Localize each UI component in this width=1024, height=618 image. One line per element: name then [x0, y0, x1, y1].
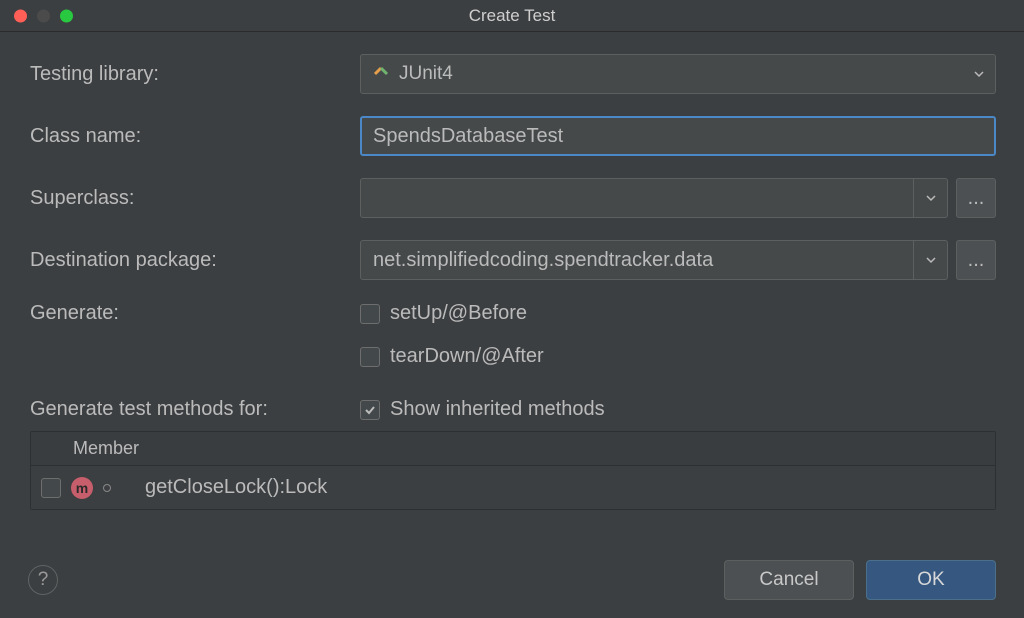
testing-library-value: JUnit4 [399, 63, 453, 85]
superclass-browse-button[interactable]: ... [956, 178, 996, 218]
teardown-checkbox-label: tearDown/@After [390, 345, 544, 368]
destination-package-label: Destination package: [30, 249, 360, 272]
class-name-input[interactable] [373, 125, 983, 148]
row-testing-library: Testing library: JUnit4 [30, 54, 996, 94]
cancel-button[interactable]: Cancel [724, 560, 854, 600]
setup-checkbox-label: setUp/@Before [390, 302, 527, 325]
member-table-header: Member [31, 432, 995, 466]
row-generate-test-methods: Generate test methods for: Show inherite… [30, 398, 996, 421]
help-button[interactable]: ? [28, 565, 58, 595]
member-row-checkbox[interactable] [41, 478, 61, 498]
superclass-dropdown[interactable] [360, 178, 948, 218]
row-superclass: Superclass: ... [30, 178, 996, 218]
generate-label: Generate: [30, 302, 360, 325]
member-name: getCloseLock():Lock [145, 476, 327, 499]
row-generate: Generate: setUp/@Before tearDown/@After [30, 302, 996, 378]
titlebar: Create Test [0, 0, 1024, 32]
teardown-checkbox-row[interactable]: tearDown/@After [360, 345, 996, 368]
class-name-field[interactable] [360, 116, 996, 156]
dialog-footer: ? Cancel OK [28, 560, 996, 600]
method-icon: m [71, 477, 93, 499]
chevron-down-icon [973, 68, 985, 80]
testing-library-dropdown[interactable]: JUnit4 [360, 54, 996, 94]
member-table: Member m getCloseLock():Lock [30, 431, 996, 510]
destination-package-chevron-button[interactable] [913, 241, 947, 279]
destination-package-value: net.simplifiedcoding.spendtracker.data [361, 249, 913, 272]
row-destination-package: Destination package: net.simplifiedcodin… [30, 240, 996, 280]
superclass-chevron-button[interactable] [913, 179, 947, 217]
minimize-window-button [37, 9, 50, 22]
class-name-label: Class name: [30, 125, 360, 148]
row-class-name: Class name: [30, 116, 996, 156]
visibility-icon [103, 484, 111, 492]
table-row[interactable]: m getCloseLock():Lock [31, 466, 995, 509]
close-window-button[interactable] [14, 9, 27, 22]
show-inherited-checkbox[interactable] [360, 400, 380, 420]
superclass-label: Superclass: [30, 187, 360, 210]
show-inherited-checkbox-row[interactable]: Show inherited methods [360, 398, 605, 421]
teardown-checkbox[interactable] [360, 347, 380, 367]
destination-package-browse-button[interactable]: ... [956, 240, 996, 280]
ok-button[interactable]: OK [866, 560, 996, 600]
testing-library-label: Testing library: [30, 63, 360, 86]
dialog-content: Testing library: JUnit4 Class name: [0, 32, 1024, 530]
junit-icon [373, 66, 389, 82]
window-title: Create Test [469, 6, 556, 26]
traffic-lights [14, 9, 73, 22]
destination-package-dropdown[interactable]: net.simplifiedcoding.spendtracker.data [360, 240, 948, 280]
setup-checkbox-row[interactable]: setUp/@Before [360, 302, 996, 325]
show-inherited-checkbox-label: Show inherited methods [390, 398, 605, 421]
setup-checkbox[interactable] [360, 304, 380, 324]
zoom-window-button[interactable] [60, 9, 73, 22]
generate-test-methods-label: Generate test methods for: [30, 398, 360, 421]
